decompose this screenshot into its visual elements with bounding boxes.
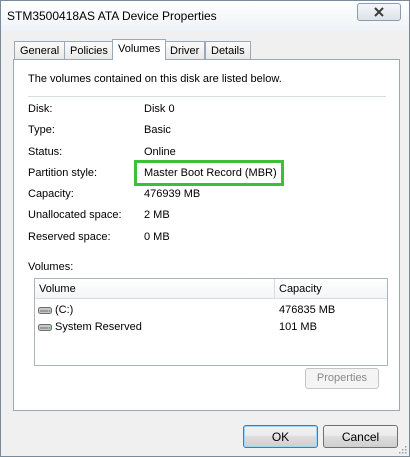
tab-volumes[interactable]: Volumes [112, 39, 167, 60]
partition-style-highlight [134, 160, 284, 186]
drive-icon [38, 324, 52, 331]
disk-value: Disk 0 [144, 103, 175, 115]
reserved-value: 0 MB [144, 231, 170, 243]
tab-label: Policies [70, 45, 108, 57]
tab-details[interactable]: Details [205, 41, 251, 60]
volume-name: (C:) [55, 304, 74, 316]
type-value: Basic [144, 124, 171, 136]
volumes-panel: The volumes contained on this disk are l… [13, 59, 400, 411]
column-separator[interactable] [274, 279, 275, 299]
volumes-list[interactable]: Volume Capacity (C:) 476835 MB System Re… [34, 278, 388, 366]
volumes-label: Volumes: [28, 261, 74, 273]
window-title: STM3500418AS ATA Device Properties [7, 9, 217, 23]
drive-icon [38, 307, 52, 314]
intro-text: The volumes contained on this disk are l… [28, 73, 282, 85]
list-item[interactable]: System Reserved 101 MB [35, 320, 387, 336]
disk-label: Disk: [28, 103, 53, 115]
divider [28, 96, 386, 97]
tab-policies[interactable]: Policies [64, 41, 114, 60]
unallocated-label: Unallocated space: [28, 209, 122, 221]
tab-label: Driver [170, 45, 200, 57]
properties-dialog: STM3500418AS ATA Device Properties Gener… [0, 0, 410, 457]
reserved-label: Reserved space: [28, 231, 111, 243]
resize-grip-icon[interactable] [397, 444, 407, 454]
tab-label: General [20, 45, 60, 57]
properties-button[interactable]: Properties [305, 368, 379, 389]
cancel-button[interactable]: Cancel [323, 425, 398, 448]
volume-capacity: 101 MB [279, 321, 317, 333]
volume-capacity: 476835 MB [279, 304, 336, 316]
close-icon [374, 7, 384, 17]
column-header-volume[interactable]: Volume [39, 283, 76, 295]
close-button[interactable] [357, 3, 401, 21]
title-bar[interactable]: STM3500418AS ATA Device Properties [1, 1, 409, 31]
tab-label: Details [211, 45, 245, 57]
tab-label: Volumes [118, 43, 161, 55]
volume-name: System Reserved [55, 321, 142, 333]
list-header: Volume Capacity [35, 279, 387, 299]
unallocated-value: 2 MB [144, 209, 170, 221]
status-value: Online [144, 146, 176, 158]
column-header-capacity[interactable]: Capacity [279, 283, 322, 295]
capacity-value: 476939 MB [144, 188, 201, 200]
tab-driver[interactable]: Driver [164, 41, 206, 60]
type-label: Type: [28, 124, 55, 136]
status-label: Status: [28, 146, 63, 158]
partition-style-label: Partition style: [28, 167, 98, 179]
tab-general[interactable]: General [14, 41, 66, 60]
ok-button[interactable]: OK [243, 425, 318, 448]
list-item[interactable]: (C:) 476835 MB [35, 303, 387, 319]
capacity-label: Capacity: [28, 188, 74, 200]
